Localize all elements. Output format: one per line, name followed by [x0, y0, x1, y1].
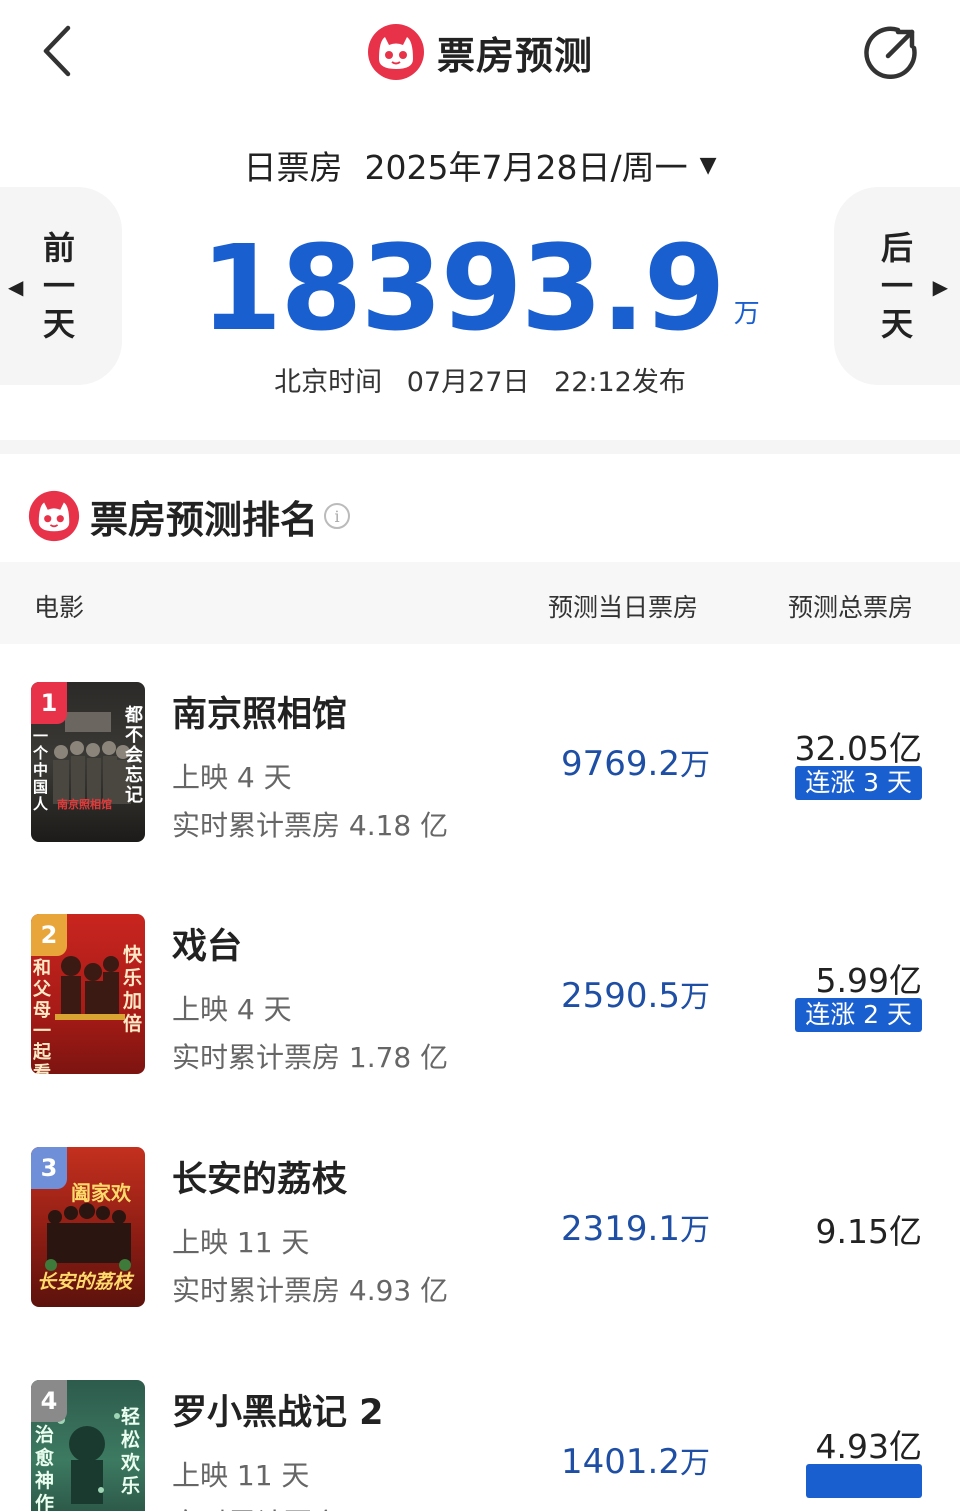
release-days: 上映 11 天 — [172, 1459, 310, 1492]
streak-badge: 连涨 2 天 — [795, 998, 922, 1032]
poster-tagline-top: 阖家欢 — [71, 1181, 131, 1205]
predicted-today-unit: 万 — [680, 980, 710, 1015]
release-days: 上映 4 天 — [172, 993, 292, 1026]
cumulative-box-office: 实时累计票房 1.78 亿 — [172, 1041, 449, 1074]
column-header: 电影 预测当日票房 预测总票房 — [0, 562, 960, 644]
predicted-today: 9769.2万 — [561, 740, 710, 784]
rank-badge: 3 — [31, 1147, 67, 1189]
movie-title[interactable]: 戏台 — [172, 918, 242, 969]
page-title: 票房预测 — [436, 33, 593, 78]
predicted-total: 4.93亿 — [815, 1427, 922, 1466]
col-total[interactable]: 预测总票房 — [788, 588, 913, 624]
movie-title[interactable]: 南京照相馆 — [172, 686, 347, 737]
poster-title: 南京照相馆 — [57, 798, 112, 811]
predicted-today-value: 1401.2 — [561, 1442, 680, 1482]
predicted-total: 5.99亿 — [815, 961, 922, 1000]
poster-tagline-left: 和父母一起看 — [33, 958, 51, 1074]
info-icon[interactable]: i — [324, 503, 351, 529]
streak-badge: 连涨 3 天 — [795, 766, 922, 800]
predicted-today-unit: 万 — [680, 748, 710, 783]
movie-poster[interactable]: 3 阖家欢 长安的荔枝 — [31, 1147, 145, 1307]
share-icon — [864, 26, 917, 79]
release-clock: 22:12发布 — [554, 367, 686, 398]
release-days: 上映 4 天 — [172, 761, 292, 794]
daily-total-value: 18393.9 — [200, 219, 725, 357]
release-days: 上映 11 天 — [172, 1226, 310, 1259]
table-row[interactable]: 1 一个中国人 都不会忘记 南京照相馆 南京照相馆 上映 4 天 实时累计票房 … — [0, 682, 960, 914]
poster-tagline-right: 轻松欢乐 — [121, 1406, 141, 1497]
movie-title[interactable]: 罗小黑战记 2 — [172, 1384, 384, 1435]
predicted-today: 1401.2万 — [561, 1438, 710, 1482]
section-divider — [0, 440, 960, 454]
share-button[interactable] — [858, 20, 924, 86]
rank-badge: 2 — [31, 914, 67, 956]
cat-logo-icon — [367, 24, 424, 80]
predicted-today-unit: 万 — [680, 1213, 710, 1248]
poster-tagline-right: 都不会忘记 — [125, 705, 143, 806]
streak-badge — [806, 1464, 922, 1498]
movie-title[interactable]: 长安的荔枝 — [172, 1151, 347, 1202]
table-row[interactable]: 2 和父母一起看 快乐加倍 戏台 上映 4 天 实时累计票房 1.78 亿 25… — [0, 914, 960, 1146]
daily-total: 18393.9 万 — [0, 218, 960, 348]
predicted-total: 9.15亿 — [815, 1212, 922, 1251]
rank-badge: 4 — [31, 1380, 67, 1422]
date-value[interactable]: 2025年7月28日/周一 — [364, 141, 687, 189]
predicted-total: 32.05亿 — [794, 729, 922, 768]
cumulative-box-office: 实时累计票房 4.93 亿 — [172, 1274, 449, 1307]
rank-badge: 1 — [31, 682, 67, 724]
predicted-today-value: 2319.1 — [561, 1209, 680, 1249]
movie-poster[interactable]: 2 和父母一起看 快乐加倍 — [31, 914, 145, 1074]
ranking-title: 票房预测排名 — [90, 497, 319, 542]
brand: 票房预测 — [0, 20, 960, 84]
predicted-today-value: 2590.5 — [561, 976, 680, 1016]
predicted-today-value: 9769.2 — [561, 744, 680, 784]
predicted-today: 2319.1万 — [561, 1205, 710, 1249]
release-date: 07月27日 — [406, 367, 530, 398]
date-selector[interactable]: 日票房 2025年7月28日/周一 ▼ — [0, 140, 960, 190]
cat-logo-icon — [28, 490, 80, 542]
top-bar: 票房预测 — [0, 0, 960, 105]
daily-total-unit: 万 — [733, 299, 760, 329]
col-today[interactable]: 预测当日票房 — [548, 588, 698, 624]
table-row[interactable]: 4 治愈神作 轻松欢乐 罗小黑战记 2 上映 11 天 实时累计票房 1401.… — [0, 1380, 960, 1511]
release-prefix: 北京时间 — [274, 367, 383, 398]
col-movie: 电影 — [34, 593, 85, 622]
movie-poster[interactable]: 4 治愈神作 轻松欢乐 — [31, 1380, 145, 1511]
table-row[interactable]: 3 阖家欢 长安的荔枝 长安的荔枝 上映 11 天 实时累计票房 4.93 亿 … — [0, 1147, 960, 1379]
ranking-header: 票房预测排名 i — [28, 486, 351, 546]
poster-tagline-left: 一个中国人 — [33, 727, 49, 813]
movie-poster[interactable]: 1 一个中国人 都不会忘记 南京照相馆 — [31, 682, 145, 842]
predicted-today-unit: 万 — [680, 1446, 710, 1481]
release-time: 北京时间 07月27日 22:12发布 — [0, 360, 960, 400]
date-label: 日票房 — [243, 148, 343, 187]
predicted-today: 2590.5万 — [561, 972, 710, 1016]
poster-tagline-right: 快乐加倍 — [123, 944, 143, 1035]
poster-tagline-left: 治愈神作 — [35, 1424, 55, 1511]
poster-title: 长安的荔枝 — [37, 1271, 133, 1293]
caret-down-icon[interactable]: ▼ — [700, 153, 717, 178]
cumulative-box-office: 实时累计票房 — [172, 1502, 340, 1511]
cumulative-box-office: 实时累计票房 4.18 亿 — [172, 809, 449, 842]
